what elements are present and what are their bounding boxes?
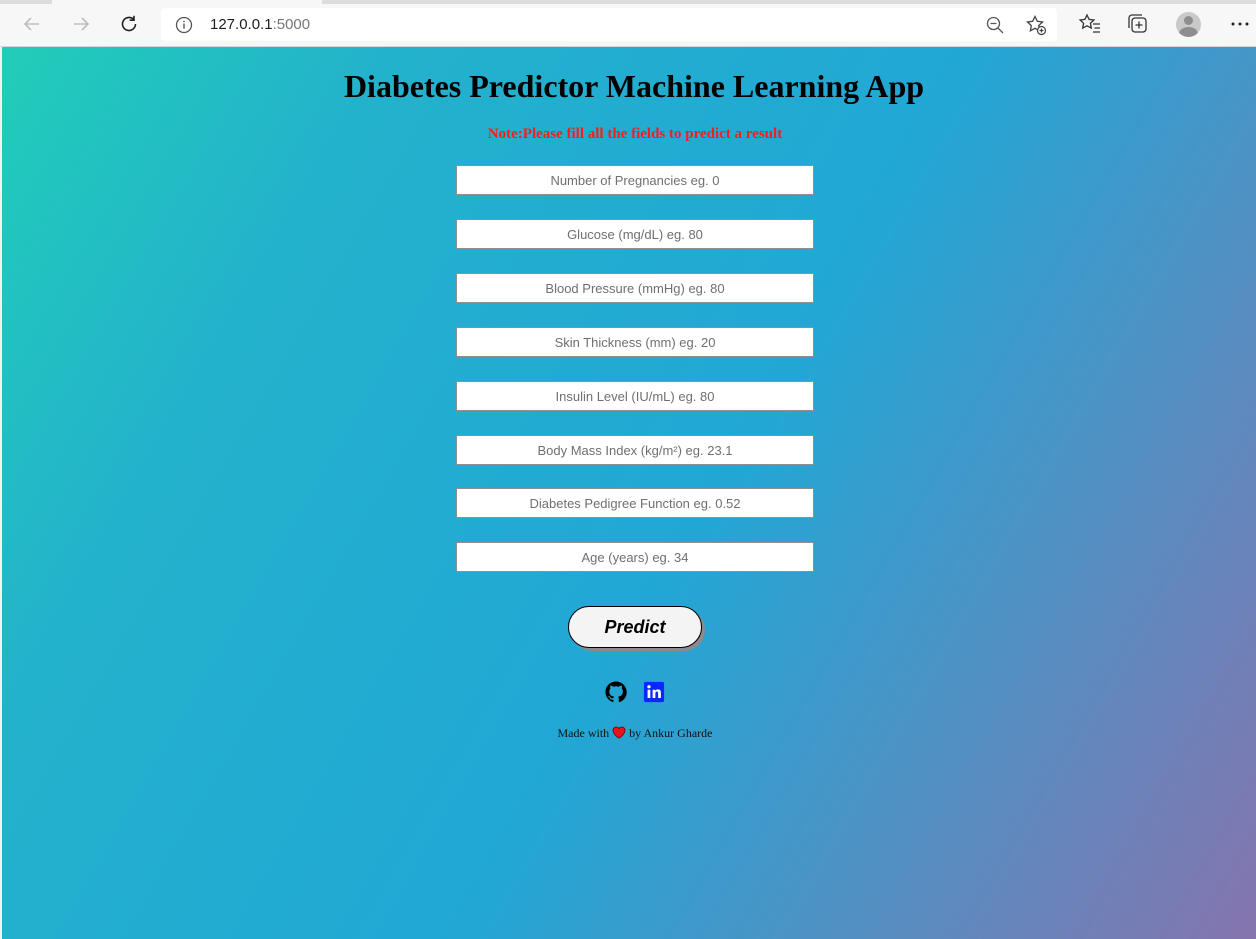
active-tab[interactable] xyxy=(52,0,322,4)
profile-avatar[interactable] xyxy=(1176,12,1201,37)
avatar-body xyxy=(1179,27,1198,37)
add-favorite-icon[interactable] xyxy=(1025,14,1047,36)
page-title: Diabetes Predictor Machine Learning App xyxy=(343,68,925,104)
tab-strip xyxy=(0,0,1256,4)
skin-thickness-input[interactable] xyxy=(456,327,814,357)
heart-icon xyxy=(612,726,626,739)
author-text: by Ankur Gharde xyxy=(629,726,713,740)
zoom-out-icon[interactable] xyxy=(985,15,1005,35)
forward-icon[interactable] xyxy=(67,10,95,38)
made-with-text: Made with xyxy=(557,726,610,740)
back-icon[interactable] xyxy=(18,10,46,38)
insulin-input[interactable] xyxy=(456,381,814,411)
avatar-head xyxy=(1184,16,1193,25)
url-host: 127.0.0.1 xyxy=(210,16,273,33)
linkedin-icon[interactable] xyxy=(643,681,665,703)
url-port: :5000 xyxy=(272,16,311,33)
app-page: Diabetes Predictor Machine Learning App … xyxy=(2,47,1256,939)
footer-credit: Made with by Ankur Gharde xyxy=(2,726,1256,741)
age-input[interactable] xyxy=(456,542,814,572)
more-icon[interactable] xyxy=(1228,12,1252,36)
github-icon[interactable] xyxy=(605,681,627,703)
browser-toolbar: 127.0.0.1:5000 xyxy=(0,0,1256,47)
pedigree-function-input[interactable] xyxy=(456,488,814,518)
blood-pressure-input[interactable] xyxy=(456,273,814,303)
pregnancies-input[interactable] xyxy=(456,165,814,195)
predict-button[interactable]: Predict xyxy=(568,606,702,648)
bmi-input[interactable] xyxy=(456,435,814,465)
note-message: Note:Please fill all the fields to predi… xyxy=(487,126,783,142)
address-bar[interactable]: 127.0.0.1:5000 xyxy=(161,8,1057,41)
favorites-icon[interactable] xyxy=(1078,12,1102,36)
glucose-input[interactable] xyxy=(456,219,814,249)
url-text[interactable]: 127.0.0.1:5000 xyxy=(210,16,310,33)
collections-icon[interactable] xyxy=(1126,12,1150,36)
refresh-icon[interactable] xyxy=(115,10,143,38)
info-icon[interactable] xyxy=(175,16,193,34)
